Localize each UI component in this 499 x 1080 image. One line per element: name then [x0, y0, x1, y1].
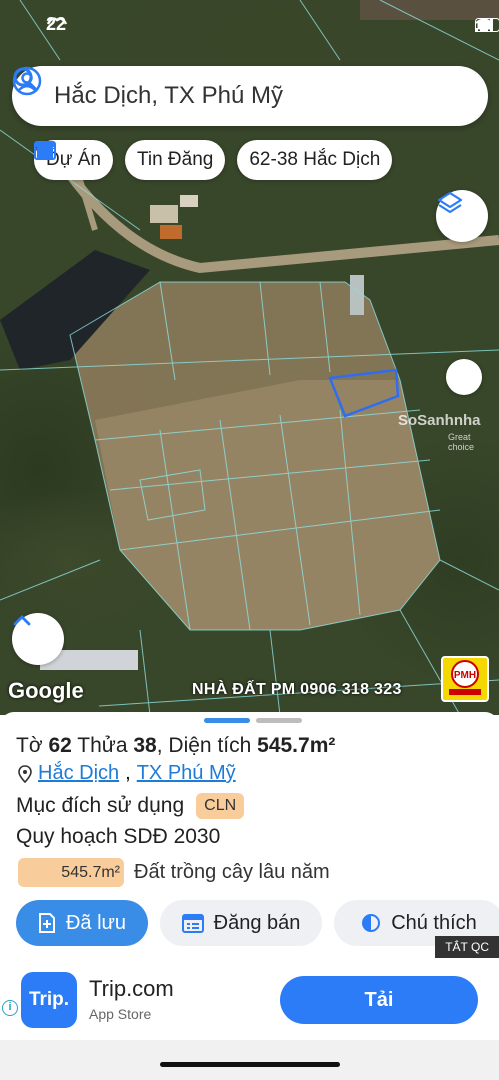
chevron-up-icon: [13, 615, 31, 626]
to-label: Tờ: [16, 734, 43, 757]
search-icon[interactable]: [12, 66, 38, 92]
calendar-list-icon: [181, 914, 204, 933]
pmh-logo: PMH: [441, 656, 489, 702]
location-separator: ,: [125, 762, 131, 784]
area-value: 545.7m²: [257, 734, 336, 757]
layers-icon: [437, 191, 463, 214]
parcel-location: Hắc Dịch, TX Phú Mỹ: [18, 762, 236, 785]
ad-app-store: App Store: [89, 1006, 152, 1022]
ad-install-button[interactable]: Tải: [280, 976, 478, 1024]
action-buttons: Đã lưu Đăng bán Chú thích: [16, 900, 499, 946]
thua-number: 38: [133, 734, 157, 757]
saved-button[interactable]: Đã lưu: [16, 900, 148, 946]
land-use-purpose: Mục đích sử dụng CLN: [16, 793, 245, 819]
home-indicator[interactable]: [160, 1062, 340, 1067]
purpose-code-badge[interactable]: CLN: [196, 793, 245, 819]
contact-watermark: NHÀ ĐẤT PM 0906 318 323: [192, 681, 402, 698]
planning-area-bar: 545.7m²: [18, 858, 124, 887]
battery-icon: [475, 18, 499, 32]
page-indicator-active: [204, 718, 250, 723]
hide-ads-button[interactable]: TẮT QC: [435, 936, 499, 958]
thua-label: Thửa: [77, 734, 128, 757]
chip-parcel[interactable]: 62-38 Hắc Dịch: [237, 140, 393, 180]
purpose-label: Mục đích sử dụng: [16, 794, 185, 817]
post-sale-label: Đăng bán: [213, 911, 301, 934]
parcel-title: Tờ 62 Thửa 38, Diện tích 545.7m²: [16, 734, 336, 757]
add-document-icon: [38, 913, 55, 933]
filter-chips: Dự Án Tin Đăng 62-38 Hắc Dịch: [34, 140, 393, 180]
bottom-bar: [0, 1040, 499, 1080]
ward-link[interactable]: Hắc Dịch: [38, 762, 119, 785]
search-text[interactable]: Hắc Dịch, TX Phú Mỹ: [54, 82, 470, 110]
area-label: Diện tích: [168, 734, 252, 757]
post-sale-button[interactable]: Đăng bán: [160, 900, 322, 946]
page-indicator-inactive: [256, 718, 302, 723]
sosanhnha-watermark: SoSanhnha: [398, 412, 481, 429]
chip-tin-dang[interactable]: Tin Đăng: [34, 140, 226, 180]
map-marker-button[interactable]: [446, 359, 482, 395]
sheet-page-indicator[interactable]: [204, 718, 302, 723]
location-pin-icon: [18, 764, 32, 783]
pmh-logo-text: PMH: [454, 670, 476, 681]
google-logo: Google: [8, 678, 84, 703]
status-bar-time: 22: [46, 14, 68, 34]
parcel-info-sheet: Tờ 62 Thửa 38, Diện tích 545.7m² Hắc Dịc…: [0, 712, 499, 962]
carplay-icon: [46, 17, 68, 25]
chip-label: 62-38 Hắc Dịch: [249, 149, 381, 170]
chip-label: Tin Đăng: [136, 149, 214, 170]
ad-banner[interactable]: i Trip. Trip.com App Store Tải: [0, 962, 499, 1042]
ad-info-icon[interactable]: i: [2, 1000, 18, 1016]
layers-button[interactable]: [436, 190, 488, 242]
planning-description: Đất trồng cây lâu năm: [134, 861, 330, 883]
sosanhnha-tagline: Great choice: [448, 432, 475, 452]
to-number: 62: [48, 734, 72, 757]
trip-app-icon[interactable]: Trip.: [21, 972, 77, 1028]
search-bar[interactable]: Hắc Dịch, TX Phú Mỹ: [12, 66, 488, 126]
planning-row: 545.7m² Đất trồng cây lâu năm: [18, 858, 330, 887]
satellite-map[interactable]: 22 Hắc Dịch, TX Phú Mỹ Dự Án Tin Đăng 62…: [0, 0, 499, 715]
contrast-icon: [362, 914, 381, 932]
legend-label: Chú thích: [391, 911, 477, 934]
calendar-list-icon: [34, 141, 56, 160]
saved-label: Đã lưu: [65, 911, 127, 934]
town-link[interactable]: TX Phú Mỹ: [137, 762, 236, 785]
planning-label: Quy hoạch SDĐ 2030: [16, 825, 221, 848]
ad-app-name[interactable]: Trip.com: [89, 976, 174, 1002]
expand-up-button[interactable]: [12, 613, 64, 665]
